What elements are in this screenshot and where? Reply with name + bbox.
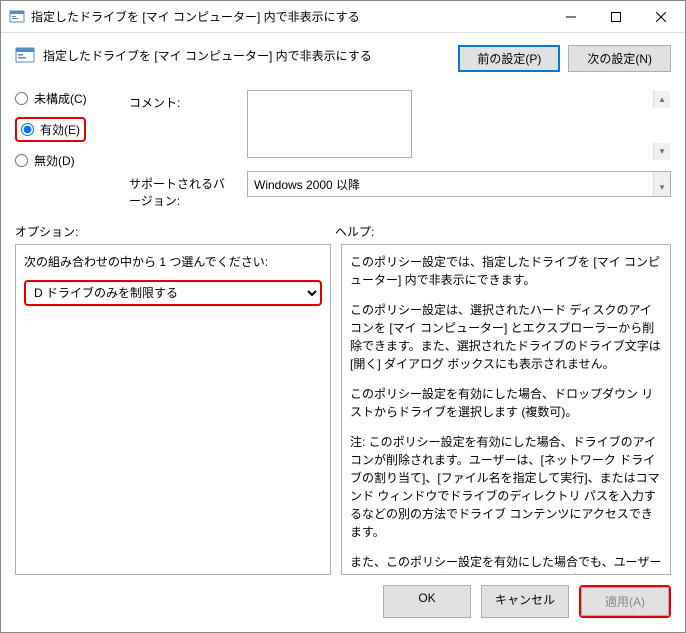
minimize-button[interactable] xyxy=(548,2,593,32)
scroll-up-icon[interactable]: ▴ xyxy=(653,91,670,108)
drive-restriction-combo[interactable]: D ドライブのみを制限する xyxy=(24,280,322,306)
options-panel: 次の組み合わせの中から 1 つ選んでください: D ドライブのみを制限する xyxy=(15,244,331,575)
radio-enabled-input[interactable] xyxy=(21,123,34,136)
next-setting-button[interactable]: 次の設定(N) xyxy=(568,45,671,72)
ok-button[interactable]: OK xyxy=(383,585,471,618)
comment-label: コメント: xyxy=(129,90,237,111)
options-section-label: オプション: xyxy=(15,223,335,240)
close-button[interactable] xyxy=(638,2,683,32)
supported-value: Windows 2000 以降 xyxy=(247,171,671,197)
help-text: このポリシー設定を有効にした場合、ドロップダウン リストからドライブを選択します… xyxy=(350,385,662,421)
radio-not-configured[interactable]: 未構成(C) xyxy=(15,90,125,107)
supported-label: サポートされるバージョン: xyxy=(129,171,237,209)
radio-enabled[interactable]: 有効(E) xyxy=(21,121,80,138)
radio-not-configured-input[interactable] xyxy=(15,92,28,105)
radio-disabled-input[interactable] xyxy=(15,154,28,167)
window-title: 指定したドライブを [マイ コンピューター] 内で非表示にする xyxy=(31,8,548,25)
previous-setting-button[interactable]: 前の設定(P) xyxy=(458,45,560,72)
radio-not-configured-label: 未構成(C) xyxy=(34,90,87,107)
radio-disabled[interactable]: 無効(D) xyxy=(15,152,125,169)
apply-button[interactable]: 適用(A) xyxy=(581,587,669,616)
radio-disabled-label: 無効(D) xyxy=(34,152,75,169)
titlebar: 指定したドライブを [マイ コンピューター] 内で非表示にする xyxy=(1,1,685,33)
policy-icon xyxy=(15,45,35,65)
radio-enabled-label: 有効(E) xyxy=(40,121,80,138)
help-text: このポリシー設定では、指定したドライブを [マイ コンピューター] 内で非表示に… xyxy=(350,253,662,289)
combo-label: 次の組み合わせの中から 1 つ選んでください: xyxy=(24,253,322,270)
help-section-label: ヘルプ: xyxy=(335,223,374,240)
scroll-down-icon[interactable]: ▾ xyxy=(653,143,670,160)
help-text: また、このポリシー設定を有効にした場合でも、ユーザーはプログラムを使用してこれら… xyxy=(350,553,662,575)
maximize-button[interactable] xyxy=(593,2,638,32)
cancel-button[interactable]: キャンセル xyxy=(481,585,569,618)
help-text: このポリシー設定は、選択されたハード ディスクのアイコンを [マイ コンピュータ… xyxy=(350,301,662,373)
comment-textarea[interactable] xyxy=(247,90,412,158)
help-text: 注: このポリシー設定を有効にした場合、ドライブのアイコンが削除されます。ユーザ… xyxy=(350,433,662,541)
policy-title: 指定したドライブを [マイ コンピューター] 内で非表示にする xyxy=(43,45,448,64)
scroll-down-icon[interactable]: ▾ xyxy=(653,179,670,196)
help-panel: このポリシー設定では、指定したドライブを [マイ コンピューター] 内で非表示に… xyxy=(341,244,671,575)
app-icon xyxy=(9,9,25,25)
